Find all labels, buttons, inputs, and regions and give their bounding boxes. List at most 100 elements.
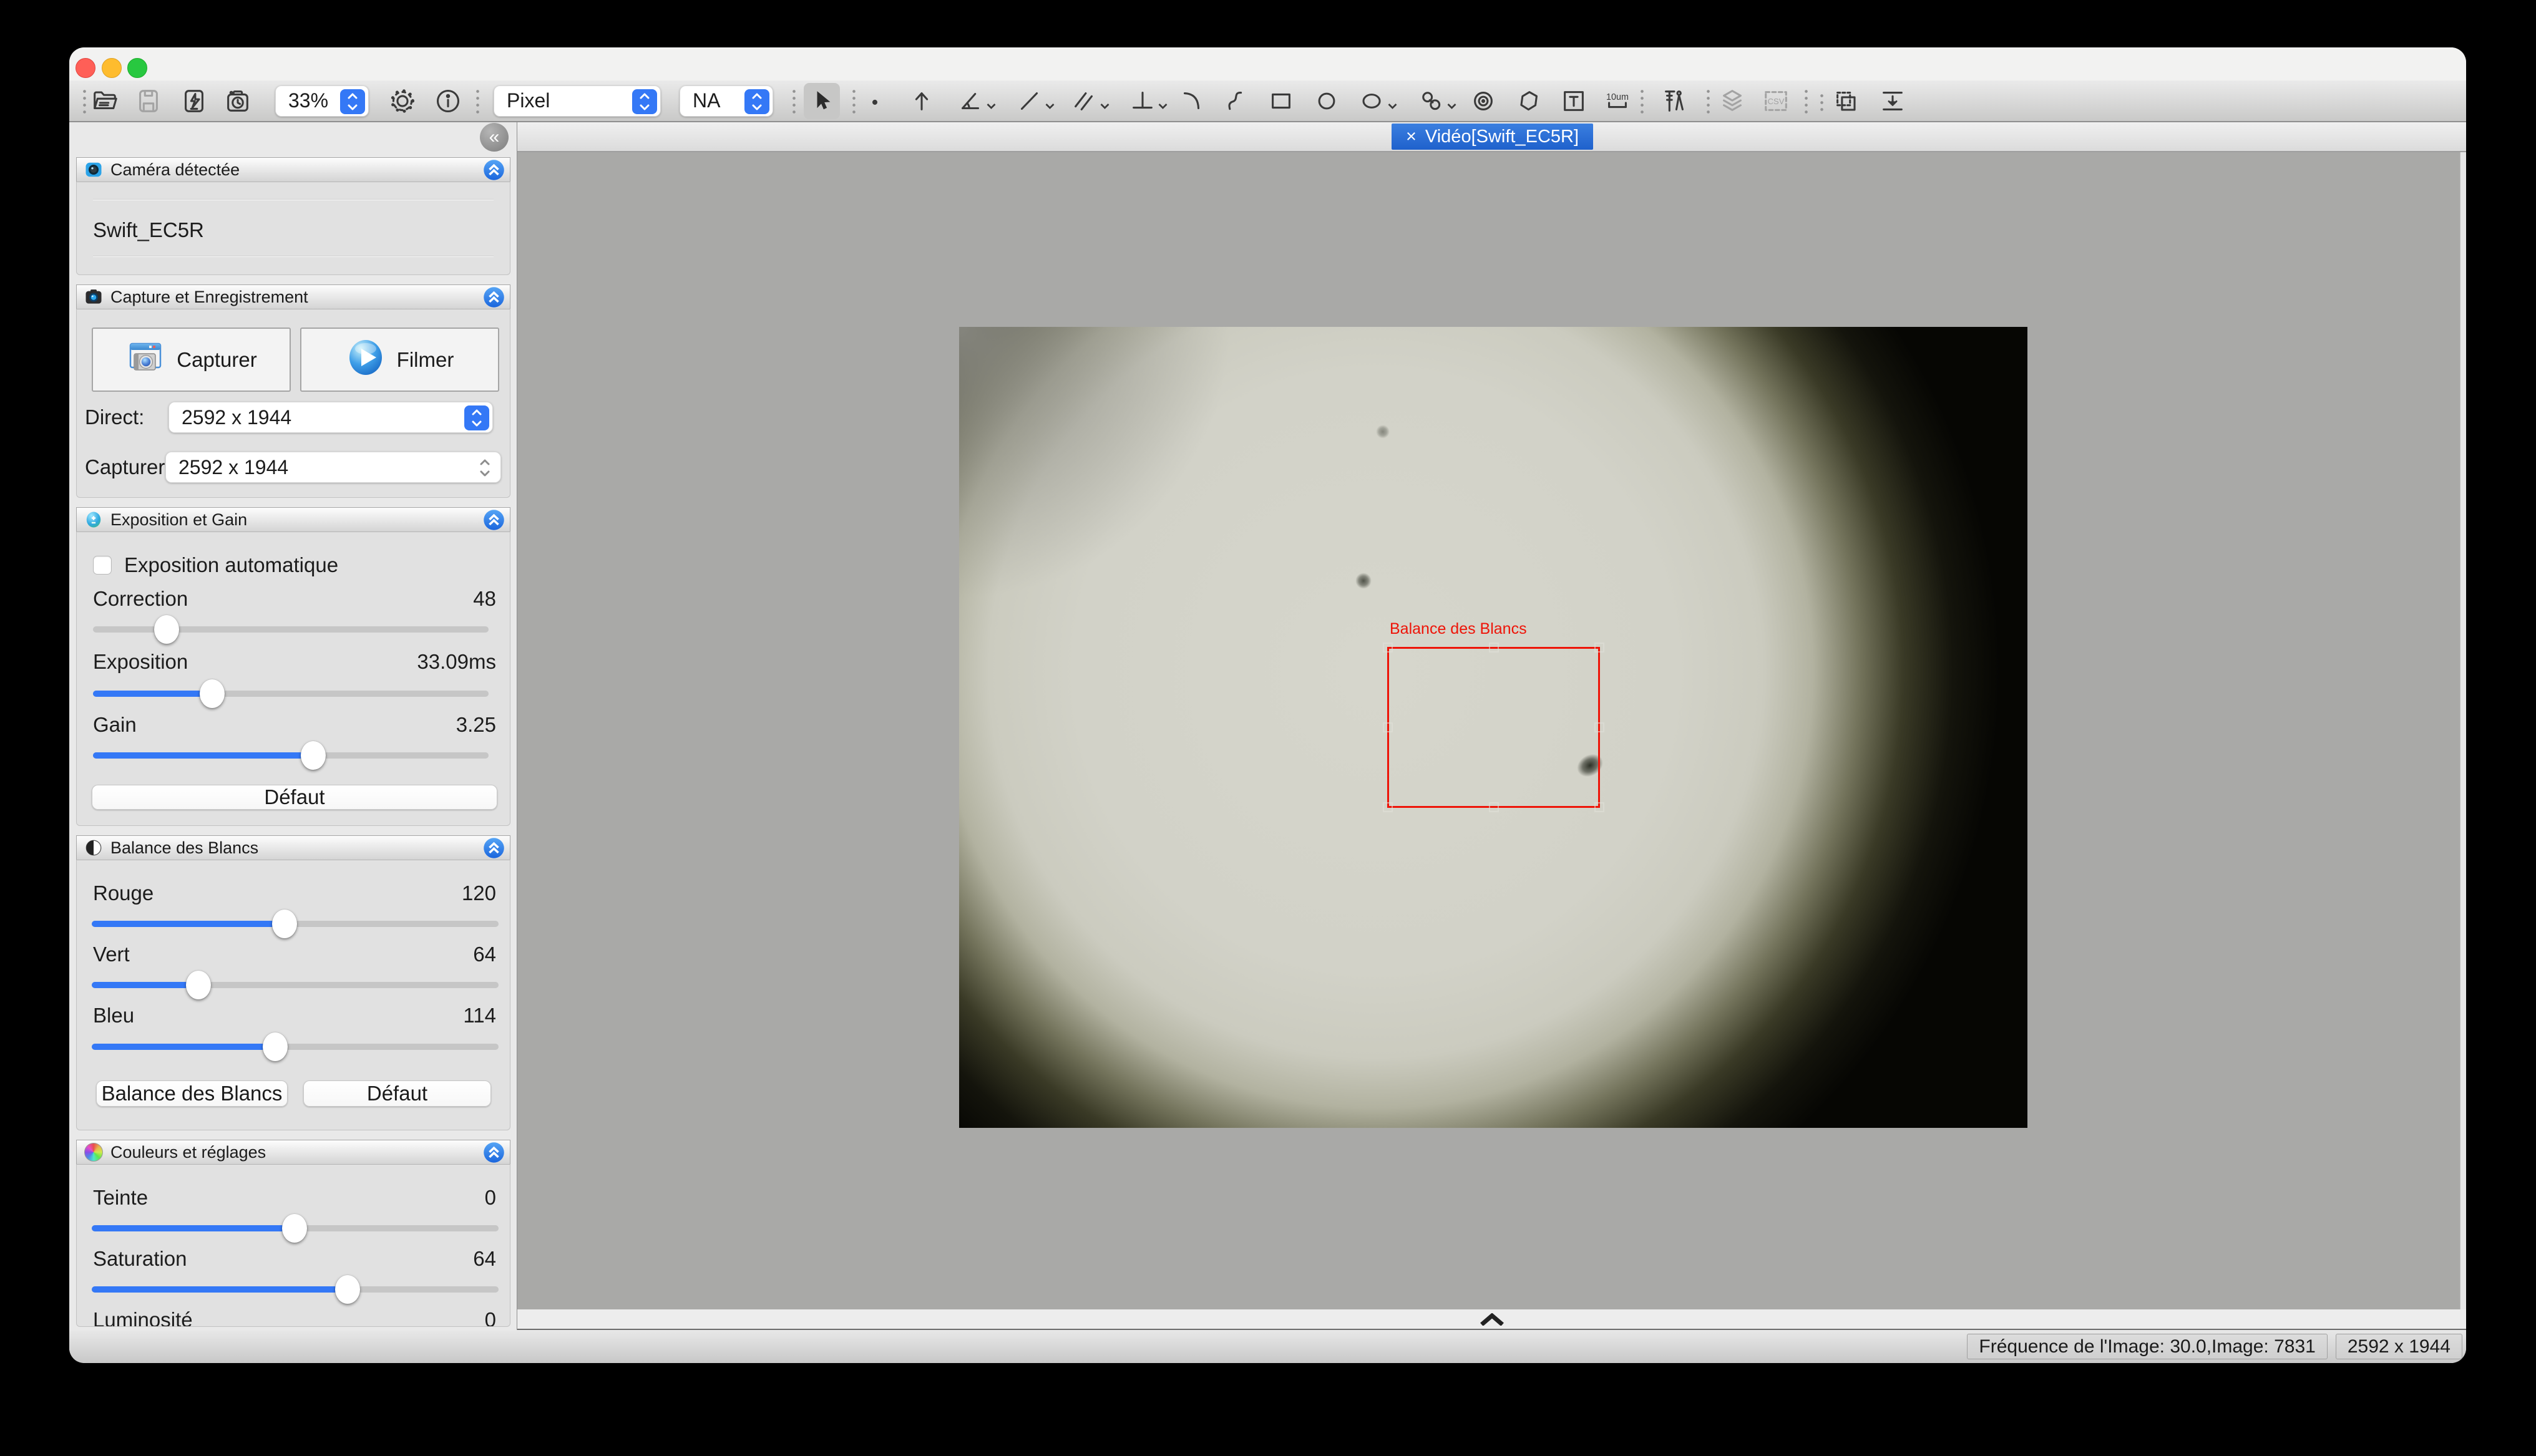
chevron-down-icon[interactable] bbox=[987, 101, 996, 112]
layers-icon[interactable] bbox=[1718, 87, 1747, 115]
perpendicular-tool[interactable] bbox=[1128, 87, 1157, 115]
wb-default-button[interactable]: Défaut bbox=[303, 1080, 491, 1107]
minimize-window-button[interactable] bbox=[102, 58, 122, 78]
open-file-icon[interactable] bbox=[90, 87, 119, 115]
export-csv-icon[interactable]: CSV bbox=[1762, 87, 1790, 115]
chevron-down-icon[interactable] bbox=[1158, 101, 1168, 112]
close-window-button[interactable] bbox=[76, 58, 95, 78]
roi-handle[interactable] bbox=[1594, 802, 1604, 812]
bottom-panel-expander[interactable] bbox=[517, 1309, 2466, 1330]
point-tool[interactable] bbox=[861, 87, 889, 115]
white-balance-button[interactable]: Balance des Blancs bbox=[96, 1080, 288, 1107]
info-icon[interactable] bbox=[434, 87, 462, 115]
slider-value: 0 bbox=[485, 1186, 496, 1210]
roi-handle[interactable] bbox=[1383, 722, 1393, 732]
flash-save-icon[interactable] bbox=[180, 87, 208, 115]
circle-tool[interactable] bbox=[1312, 87, 1341, 115]
slider-thumb[interactable] bbox=[263, 1032, 288, 1061]
slider-thumb[interactable] bbox=[282, 1214, 307, 1243]
camera-blue-icon bbox=[84, 160, 103, 179]
drag-handle-dots[interactable] bbox=[1820, 92, 1823, 111]
direct-resolution-select[interactable]: 2592 x 1944 bbox=[168, 402, 493, 433]
tab-video[interactable]: × Vidéo[Swift_EC5R] bbox=[1392, 124, 1593, 150]
cursor-arrow-tool[interactable] bbox=[804, 83, 840, 119]
slider-thumb[interactable] bbox=[301, 741, 326, 770]
camera-timer-icon[interactable] bbox=[223, 87, 252, 115]
concentric-circles-tool[interactable] bbox=[1469, 87, 1498, 115]
capture-button[interactable]: Capturer bbox=[92, 328, 291, 392]
collapse-panel-button[interactable] bbox=[483, 837, 505, 859]
chevron-down-icon[interactable] bbox=[1447, 101, 1456, 112]
panel-wb-header[interactable]: Balance des Blancs bbox=[76, 835, 510, 860]
scale-bar-tool[interactable]: 10um bbox=[1603, 87, 1632, 115]
auto-exposure-checkbox[interactable] bbox=[93, 556, 112, 575]
exposure-slider[interactable] bbox=[93, 679, 489, 708]
hue-slider[interactable] bbox=[92, 1214, 499, 1243]
slider-thumb[interactable] bbox=[272, 910, 297, 938]
green-slider[interactable] bbox=[92, 971, 499, 999]
copy-icon[interactable] bbox=[1831, 87, 1860, 115]
text-annotation-tool[interactable] bbox=[1559, 87, 1588, 115]
slider-thumb[interactable] bbox=[335, 1275, 360, 1304]
roi-handle[interactable] bbox=[1594, 643, 1604, 653]
red-slider[interactable] bbox=[92, 910, 499, 938]
chevron-down-icon[interactable] bbox=[1388, 101, 1397, 112]
import-export-icon[interactable] bbox=[1878, 87, 1907, 115]
gain-slider[interactable] bbox=[93, 741, 489, 770]
chevron-down-icon[interactable] bbox=[1100, 101, 1110, 112]
svg-text:CSV: CSV bbox=[1768, 96, 1785, 105]
roi-handle[interactable] bbox=[1383, 802, 1393, 812]
correction-slider[interactable] bbox=[93, 615, 489, 644]
collapse-panel-button[interactable] bbox=[483, 286, 505, 308]
record-button[interactable]: Filmer bbox=[300, 328, 499, 392]
arc-tool[interactable] bbox=[1178, 87, 1206, 115]
parallel-lines-tool[interactable] bbox=[1070, 87, 1099, 115]
panel-exposure-header[interactable]: Exposition et Gain bbox=[76, 507, 510, 531]
zoom-level-select[interactable]: 33% bbox=[275, 85, 369, 117]
slider-thumb[interactable] bbox=[154, 615, 179, 644]
slider-thumb[interactable] bbox=[200, 679, 225, 708]
slider-label: Correction bbox=[93, 587, 188, 611]
rectangle-tool[interactable] bbox=[1267, 87, 1295, 115]
ellipse-tool[interactable] bbox=[1358, 87, 1387, 115]
panel-camera-header[interactable]: Caméra détectée bbox=[76, 157, 510, 182]
panel-capture-header[interactable]: Capture et Enregistrement bbox=[76, 284, 510, 309]
collapse-panel-button[interactable] bbox=[483, 159, 505, 181]
zoom-window-button[interactable] bbox=[127, 58, 147, 78]
image-canvas[interactable]: Balance des Blancs bbox=[517, 152, 2466, 1309]
exposure-default-button[interactable]: Défaut bbox=[92, 785, 497, 810]
collapse-panel-button[interactable] bbox=[483, 1142, 505, 1163]
curve-tool[interactable] bbox=[1221, 87, 1250, 115]
capture-resolution-value: 2592 x 1944 bbox=[178, 456, 288, 479]
slider-thumb[interactable] bbox=[186, 971, 211, 999]
slider-track[interactable] bbox=[93, 626, 489, 633]
settings-gear-icon[interactable] bbox=[388, 87, 417, 115]
measure-tools-icon[interactable] bbox=[1660, 87, 1689, 115]
linked-circles-tool[interactable] bbox=[1417, 87, 1446, 115]
blue-slider[interactable] bbox=[92, 1032, 499, 1061]
arrow-tool[interactable] bbox=[907, 87, 936, 115]
camera-device-item[interactable]: Swift_EC5R bbox=[93, 218, 204, 242]
roi-handle[interactable] bbox=[1489, 643, 1499, 653]
collapse-sidebar-button[interactable]: « bbox=[480, 123, 509, 152]
vertical-scrollbar[interactable] bbox=[2460, 152, 2466, 1309]
roi-handle[interactable] bbox=[1489, 802, 1499, 812]
unit-select[interactable]: Pixel bbox=[494, 85, 661, 117]
roi-handle[interactable] bbox=[1383, 643, 1393, 653]
white-balance-roi-rect[interactable] bbox=[1387, 647, 1600, 808]
chevron-down-icon[interactable] bbox=[1045, 101, 1055, 112]
toolbar-divider bbox=[83, 88, 86, 115]
saturation-slider[interactable] bbox=[92, 1275, 499, 1304]
live-video-viewport[interactable]: Balance des Blancs bbox=[959, 327, 2027, 1128]
na-select[interactable]: NA bbox=[680, 85, 773, 117]
polygon-tool[interactable] bbox=[1514, 87, 1543, 115]
collapse-panel-button[interactable] bbox=[483, 509, 505, 531]
panel-colors-header[interactable]: Couleurs et réglages bbox=[76, 1140, 510, 1164]
angle-tool[interactable] bbox=[957, 87, 985, 115]
line-tool[interactable] bbox=[1015, 87, 1044, 115]
tab-close-icon[interactable]: × bbox=[1406, 127, 1417, 147]
save-icon[interactable] bbox=[134, 87, 163, 115]
roi-handle[interactable] bbox=[1594, 722, 1604, 732]
capture-resolution-select[interactable]: 2592 x 1944 bbox=[165, 452, 501, 483]
dust-particle bbox=[1355, 573, 1372, 589]
